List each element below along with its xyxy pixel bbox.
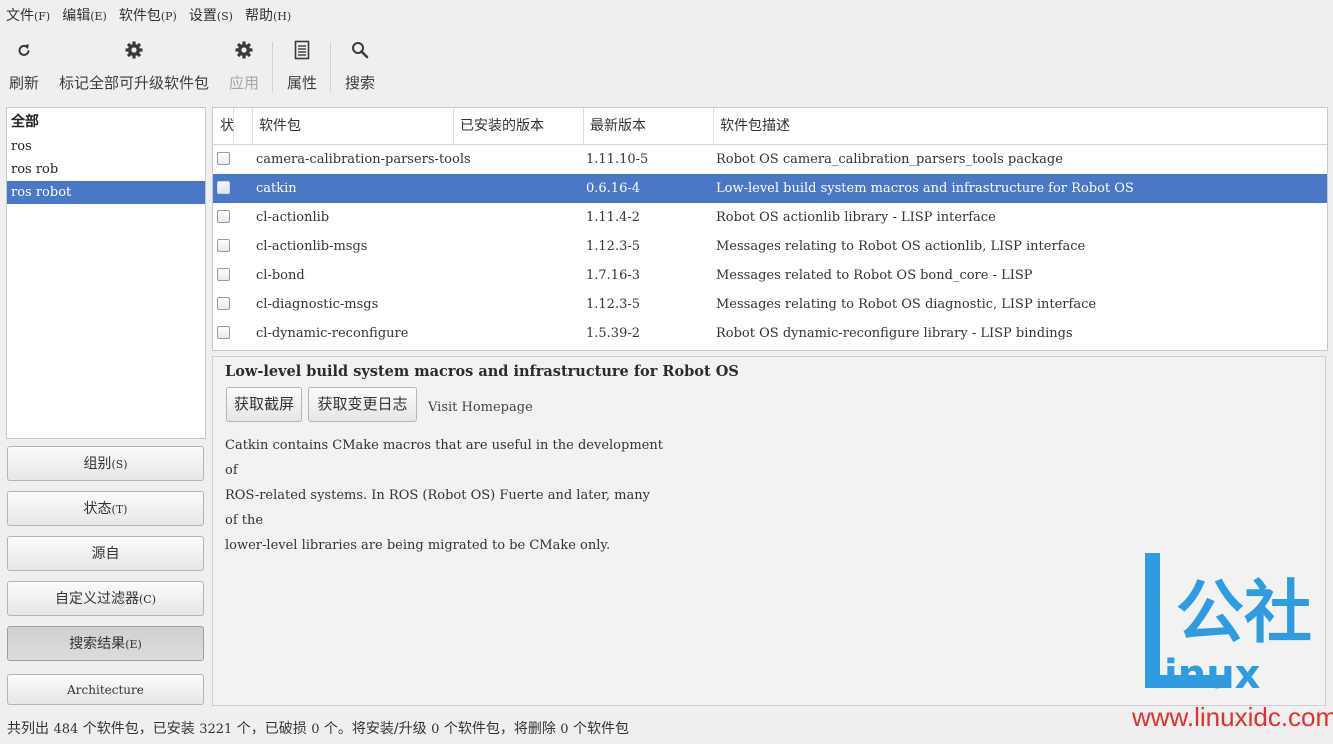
latest-version: 1.7.16-3	[586, 268, 641, 283]
remove-count: 0	[560, 722, 569, 737]
menu-file[interactable]: 文件(F)	[0, 0, 56, 32]
filter-list: 全部 ros ros rob ros robot	[6, 107, 206, 439]
get-screenshot-button[interactable]: 获取截屏	[226, 387, 302, 422]
properties-button[interactable]: 属性	[282, 32, 322, 98]
status-text: 个软件包，已安装	[78, 721, 200, 737]
package-table: 状 软件包 已安装的版本 最新版本 软件包描述 camera-calibrati…	[212, 107, 1328, 351]
search-icon	[352, 42, 369, 59]
status-text: 个软件包	[568, 721, 630, 737]
row-checkbox[interactable]	[217, 210, 230, 223]
package-description: Messages relating to Robot OS actionlib,…	[716, 239, 1086, 254]
toolbar: 刷新 标记全部可升级软件包 应用 属性 搜索	[0, 32, 1333, 102]
menu-help[interactable]: 帮助(H)	[239, 0, 297, 32]
package-description: Robot OS dynamic-reconfigure library - L…	[716, 326, 1073, 341]
watermark-brand: inux	[1164, 652, 1261, 698]
row-checkbox[interactable]	[217, 268, 230, 281]
latest-version: 1.11.10-5	[586, 152, 649, 167]
description-line: ROS-related systems. In ROS (Robot OS) F…	[225, 488, 650, 528]
menubar: 文件(F) 编辑(E) 软件包(P) 设置(S) 帮助(H)	[0, 0, 1333, 32]
column-status[interactable]: 状	[213, 108, 234, 144]
package-description: Messages related to Robot OS bond_core -…	[716, 268, 1033, 283]
menu-settings[interactable]: 设置(S)	[183, 0, 239, 32]
latest-version: 1.12.3-5	[586, 297, 641, 312]
origin-button[interactable]: 源自	[7, 536, 204, 571]
installed-count: 3221	[199, 722, 233, 737]
description-line: Catkin contains CMake macros that are us…	[225, 438, 663, 478]
visit-homepage-link[interactable]: Visit Homepage	[428, 400, 533, 415]
table-row-selected[interactable]: catkin 0.6.16-4 Low-level build system m…	[213, 174, 1327, 203]
details-title: Low-level build system macros and infras…	[225, 363, 739, 380]
package-name: cl-actionlib	[256, 210, 330, 225]
package-name: catkin	[256, 181, 297, 196]
search-results-button[interactable]: 搜索结果(E)	[7, 626, 204, 661]
row-checkbox[interactable]	[217, 181, 230, 194]
package-description: Low-level build system macros and infras…	[716, 181, 1134, 196]
refresh-button[interactable]: 刷新	[4, 32, 44, 98]
package-name: cl-dynamic-reconfigure	[256, 326, 409, 341]
custom-filters-button[interactable]: 自定义过滤器(C)	[7, 581, 204, 616]
gear-icon	[125, 41, 143, 59]
column-package[interactable]: 软件包	[253, 108, 454, 144]
filter-item-selected[interactable]: ros robot	[7, 181, 205, 204]
column-description[interactable]: 软件包描述	[714, 108, 1327, 144]
latest-version: 1.5.39-2	[586, 326, 641, 341]
status-text: 个。将安装/升级	[319, 721, 432, 737]
latest-version: 1.11.4-2	[586, 210, 641, 225]
architecture-button[interactable]: Architecture	[7, 674, 204, 705]
sections-button[interactable]: 组别(S)	[7, 446, 204, 481]
table-row[interactable]: cl-actionlib-msgs 1.12.3-5 Messages rela…	[213, 232, 1327, 261]
listed-count: 484	[53, 722, 79, 737]
search-button[interactable]: 搜索	[340, 32, 380, 98]
package-description: Robot OS camera_calibration_parsers_tool…	[716, 152, 1063, 167]
table-header: 状 软件包 已安装的版本 最新版本 软件包描述	[213, 108, 1327, 145]
watermark-chinese: 公社	[1176, 574, 1312, 653]
toolbar-separator	[272, 42, 273, 92]
status-button[interactable]: 状态(T)	[7, 491, 204, 526]
package-description: Robot OS actionlib library - LISP interf…	[716, 210, 996, 225]
package-description: Messages relating to Robot OS diagnostic…	[716, 297, 1097, 312]
get-changelog-button[interactable]: 获取变更日志	[308, 387, 417, 422]
column-latest-version[interactable]: 最新版本	[584, 108, 714, 144]
status-text: 个，已破损	[232, 721, 312, 737]
document-icon	[294, 40, 310, 60]
row-checkbox[interactable]	[217, 152, 230, 165]
column-installed-version[interactable]: 已安装的版本	[454, 108, 584, 144]
table-row[interactable]: cl-bond 1.7.16-3 Messages related to Rob…	[213, 261, 1327, 290]
table-row[interactable]: cl-actionlib 1.11.4-2 Robot OS actionlib…	[213, 203, 1327, 232]
latest-version: 1.12.3-5	[586, 239, 641, 254]
package-long-description: Catkin contains CMake macros that are us…	[225, 433, 665, 558]
filter-item[interactable]: ros rob	[7, 158, 205, 181]
package-name: cl-actionlib-msgs	[256, 239, 368, 254]
refresh-icon	[18, 44, 30, 56]
package-name: camera-calibration-parsers-tools	[256, 152, 471, 167]
table-row[interactable]: camera-calibration-parsers-tools 1.11.10…	[213, 145, 1327, 174]
gear-icon	[235, 41, 253, 59]
apply-button[interactable]: 应用	[224, 32, 264, 98]
filter-item[interactable]: ros	[7, 135, 205, 158]
description-line: lower-level libraries are being migrated…	[225, 538, 611, 553]
package-name: cl-diagnostic-msgs	[256, 297, 379, 312]
linux-gongshe-logo: 公社 inux	[1145, 553, 1312, 698]
table-row[interactable]: cl-diagnostic-msgs 1.12.3-5 Messages rel…	[213, 290, 1327, 319]
menu-package[interactable]: 软件包(P)	[113, 0, 183, 32]
watermark-url: www.linuxidc.com	[1132, 702, 1333, 732]
status-bar: 共列出 484 个软件包，已安装 3221 个，已破损 0 个。将安装/升级 0…	[7, 718, 629, 738]
filter-item-all[interactable]: 全部	[7, 108, 205, 135]
table-row[interactable]: cl-dynamic-reconfigure 1.5.39-2 Robot OS…	[213, 319, 1327, 348]
column-spacer	[234, 108, 253, 144]
latest-version: 0.6.16-4	[586, 181, 641, 196]
status-text: 个软件包，将删除	[439, 721, 561, 737]
toolbar-separator	[330, 42, 331, 92]
row-checkbox[interactable]	[217, 326, 230, 339]
status-text: 共列出	[7, 721, 54, 737]
menu-edit[interactable]: 编辑(E)	[56, 0, 113, 32]
package-name: cl-bond	[256, 268, 305, 283]
mark-all-upgrades-button[interactable]: 标记全部可升级软件包	[52, 32, 216, 98]
row-checkbox[interactable]	[217, 297, 230, 310]
watermark-logo: 公社 inux www.linuxidc.com	[1110, 548, 1333, 744]
row-checkbox[interactable]	[217, 239, 230, 252]
